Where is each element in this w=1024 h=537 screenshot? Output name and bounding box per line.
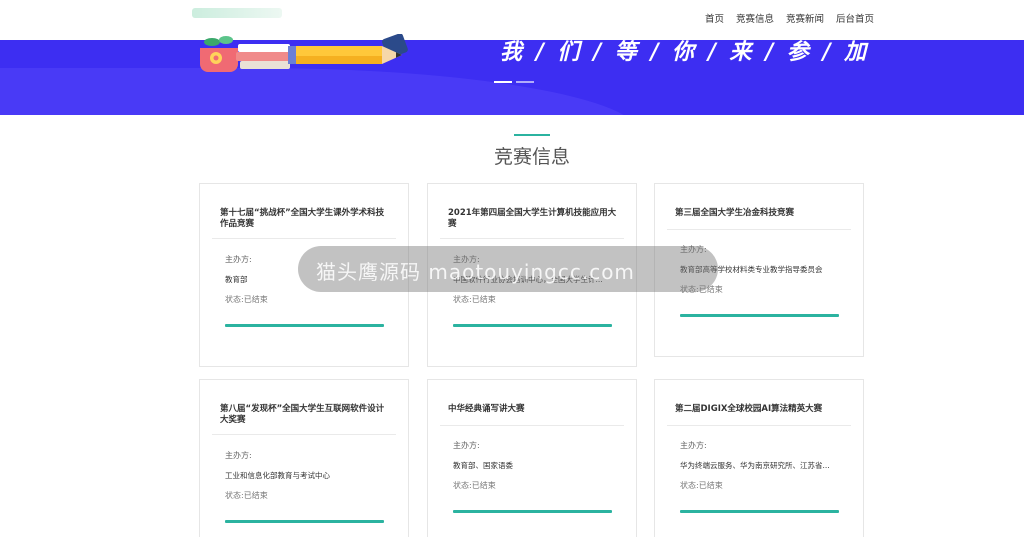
leaf-shape [219,36,233,44]
divider [212,434,396,435]
nav-item-competition-info[interactable]: 竞赛信息 [736,11,774,25]
competition-title[interactable]: 第三届全国大学生冶金科技竞赛 [675,208,847,219]
section-title: 竞赛信息 [493,147,570,168]
host-organization: 华为终端云服务、华为南京研究所、江苏省... [680,461,830,470]
host-label: 主办方: [225,255,252,264]
host-label: 主办方: [680,441,707,450]
status-text: 状态:已结束 [225,491,268,500]
competition-title[interactable]: 第八届“发现杯”全国大学生互联网软件设计大奖赛 [220,404,392,426]
competition-card[interactable]: 中华经典诵写讲大赛 主办方: 教育部、国家语委 状态:已结束 [427,379,637,537]
nav-item-home[interactable]: 首页 [705,11,724,25]
progress-bar [225,520,384,523]
hero-banner: 我 / 们 / 等 / 你 / 来 / 参 / 加 [0,40,1024,115]
book-shape [238,44,290,52]
carousel-dot[interactable] [516,81,534,83]
competition-title[interactable]: 2021年第四届全国大学生计算机技能应用大赛 [448,208,620,230]
competition-card[interactable]: 第八届“发现杯”全国大学生互联网软件设计大奖赛 主办方: 工业和信息化部教育与考… [199,379,409,537]
host-organization: 工业和信息化部教育与考试中心 [225,471,330,480]
progress-bar [680,314,839,317]
carousel-dot[interactable] [494,81,512,83]
progress-bar [453,324,612,327]
divider [667,425,851,426]
banner-slogan: 我 / 们 / 等 / 你 / 来 / 参 / 加 [500,40,870,65]
section-accent-line [514,134,550,136]
status-text: 状态:已结束 [680,481,723,490]
watermark-text: 猫头鹰源码 maotouyingcc.com [316,260,635,284]
nav-item-admin-home[interactable]: 后台首页 [836,11,874,25]
competition-title[interactable]: 第二届DIGIX全球校园AI算法精英大赛 [675,404,847,415]
competition-title[interactable]: 中华经典诵写讲大赛 [448,404,620,415]
watermark-overlay: 猫头鹰源码 maotouyingcc.com [298,246,718,292]
divider [667,229,851,230]
progress-bar [680,510,839,513]
host-label: 主办方: [453,441,480,450]
status-text: 状态:已结束 [453,295,496,304]
divider [212,238,396,239]
status-text: 状态:已结束 [225,295,268,304]
competition-title[interactable]: 第十七届“挑战杯”全国大学生课外学术科技作品竞赛 [220,208,392,230]
progress-bar [453,510,612,513]
host-organization: 教育部、国家语委 [453,461,513,470]
divider [440,425,624,426]
books-pencil-illustration [200,34,408,72]
nav-item-competition-news[interactable]: 竞赛新闻 [786,11,824,25]
host-label: 主办方: [225,451,252,460]
carousel-indicators [494,81,534,83]
site-logo[interactable] [192,8,282,18]
main-nav: 首页 竞赛信息 竞赛新闻 后台首页 [705,11,874,25]
book-shape [240,61,290,69]
status-text: 状态:已结束 [453,481,496,490]
progress-bar [225,324,384,327]
competition-card[interactable]: 第二届DIGIX全球校园AI算法精英大赛 主办方: 华为终端云服务、华为南京研究… [654,379,864,537]
leaf-shape [204,38,220,46]
divider [440,238,624,239]
book-shape [236,52,292,61]
top-navbar: 首页 竞赛信息 竞赛新闻 后台首页 [0,0,1024,40]
pencil-shape [294,46,382,56]
